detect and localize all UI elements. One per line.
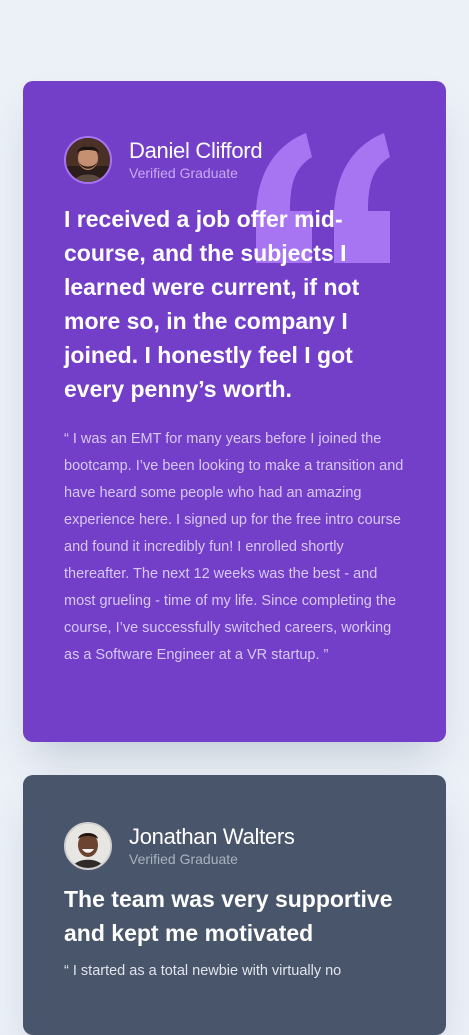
testimonial-headline: I received a job offer mid-course, and t…: [64, 206, 360, 402]
avatar-jonathan-walters: [64, 822, 112, 870]
testimonial-card-jonathan: Jonathan Walters Verified Graduate The t…: [23, 775, 446, 1035]
testimonial-quote: “ I was an EMT for many years before I j…: [64, 431, 404, 663]
testimonial-header: Jonathan Walters Verified Graduate: [64, 822, 405, 870]
testimonial-card-daniel: Daniel Clifford Verified Graduate I rece…: [23, 81, 446, 742]
author-info: Daniel Clifford Verified Graduate: [129, 138, 263, 182]
author-name: Jonathan Walters: [129, 824, 295, 849]
author-info: Jonathan Walters Verified Graduate: [129, 824, 295, 868]
testimonial-header: Daniel Clifford Verified Graduate: [64, 136, 405, 184]
verified-badge: Verified Graduate: [129, 165, 238, 181]
verified-badge: Verified Graduate: [129, 851, 238, 867]
author-name: Daniel Clifford: [129, 138, 263, 163]
avatar-daniel-clifford: [64, 136, 112, 184]
testimonial-headline: The team was very supportive and kept me…: [64, 886, 393, 946]
